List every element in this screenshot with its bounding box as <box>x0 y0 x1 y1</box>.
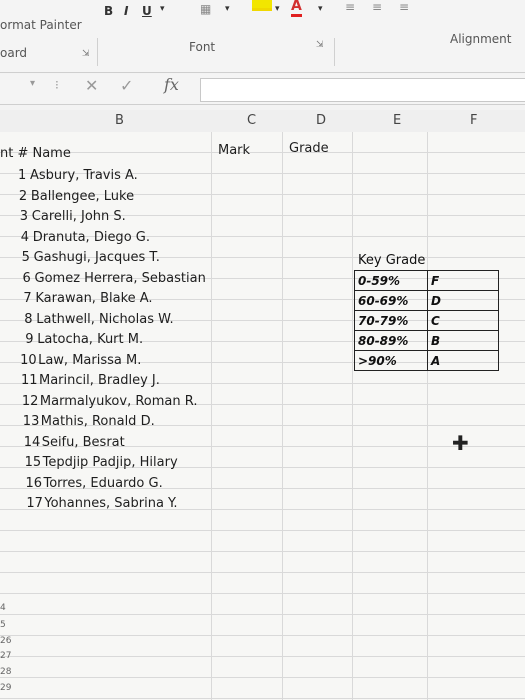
row-number[interactable]: 26 <box>0 636 11 646</box>
student-number[interactable]: 15 <box>25 455 42 470</box>
insert-function-button[interactable]: fx <box>164 75 179 94</box>
italic-button[interactable]: I <box>124 4 128 18</box>
key-grade-title[interactable]: Key Grade <box>358 253 425 268</box>
student-name[interactable]: Seifu, Besrat <box>42 435 125 450</box>
student-number[interactable]: 16 <box>26 476 43 491</box>
cell-cursor-icon: ✚ <box>452 431 469 455</box>
cancel-icon[interactable]: ✕ <box>85 76 98 95</box>
key-grade-cell[interactable]: F <box>427 270 499 291</box>
chevron-down-icon[interactable]: ▾ <box>160 4 165 14</box>
student-number[interactable]: 13 <box>23 414 40 429</box>
key-row: 80-89% B <box>354 330 499 351</box>
underline-button[interactable]: U <box>142 4 152 18</box>
student-name[interactable]: Marmalyukov, Roman R. <box>40 394 198 409</box>
column-header-c[interactable]: C <box>247 113 256 128</box>
student-name[interactable]: Carelli, John S. <box>32 209 126 224</box>
student-name[interactable]: Latocha, Kurt M. <box>37 332 143 347</box>
student-number[interactable]: 2 <box>19 189 27 204</box>
row-number[interactable]: 29 <box>0 683 11 693</box>
column-header-e[interactable]: E <box>393 113 401 128</box>
student-name[interactable]: Law, Marissa M. <box>38 353 141 368</box>
row-number[interactable]: 27 <box>0 651 11 661</box>
key-range-cell[interactable]: 70-79% <box>354 310 428 331</box>
format-painter-button[interactable]: ormat Painter <box>0 18 82 32</box>
chevron-down-icon[interactable]: ▾ <box>318 4 323 14</box>
student-name[interactable]: Marincil, Bradley J. <box>39 373 160 388</box>
key-grade-cell[interactable]: A <box>427 350 499 371</box>
row-number[interactable]: 28 <box>0 667 11 677</box>
student-name[interactable]: Tepdjip Padjip, Hilary <box>43 455 178 470</box>
key-grade-cell[interactable]: B <box>427 330 499 351</box>
align-right-icon[interactable]: ≡ <box>399 0 409 14</box>
key-range-cell[interactable]: 80-89% <box>354 330 428 351</box>
student-number[interactable]: 10 <box>20 353 37 368</box>
column-header-b[interactable]: B <box>115 113 124 128</box>
key-grade-cell[interactable]: C <box>427 310 499 331</box>
student-name[interactable]: Lathwell, Nicholas W. <box>36 312 173 327</box>
student-number[interactable]: 3 <box>20 209 28 224</box>
font-group-label: Font <box>189 40 216 54</box>
borders-icon[interactable]: ▦ <box>200 2 211 16</box>
student-number[interactable]: 4 <box>21 230 29 245</box>
chevron-down-icon[interactable]: ▾ <box>275 4 280 14</box>
student-name[interactable]: Karawan, Blake A. <box>35 291 152 306</box>
clipboard-group-label: oard <box>0 46 28 60</box>
formula-bar: ▾ ⁝ ✕ ✓ fx <box>0 74 525 105</box>
header-mark[interactable]: Mark <box>218 143 250 158</box>
student-number[interactable]: 14 <box>24 435 41 450</box>
row-number[interactable]: 5 <box>0 620 6 630</box>
student-name[interactable]: Torres, Eduardo G. <box>44 476 163 491</box>
student-name[interactable]: Dranuta, Diego G. <box>33 230 150 245</box>
column-headers: B C D E F <box>0 110 525 133</box>
align-center-icon[interactable]: ≡ <box>372 0 382 14</box>
key-row: 70-79% C <box>354 310 499 331</box>
dialog-launcher-icon[interactable]: ⇲ <box>82 49 90 59</box>
column-header-d[interactable]: D <box>316 113 326 128</box>
student-number[interactable]: 1 <box>18 168 26 183</box>
student-number[interactable]: 8 <box>24 312 32 327</box>
ribbon-divider <box>97 38 98 66</box>
key-row: 60-69% D <box>354 290 499 311</box>
student-name[interactable]: Ballengee, Luke <box>31 189 134 204</box>
font-color-icon[interactable]: A <box>291 0 302 17</box>
student-number[interactable]: 7 <box>23 291 31 306</box>
bold-button[interactable]: B <box>104 4 113 18</box>
formula-input[interactable] <box>200 78 525 102</box>
student-number[interactable]: 17 <box>26 496 43 511</box>
key-range-cell[interactable]: 60-69% <box>354 290 428 311</box>
ribbon-divider <box>334 38 335 66</box>
student-name[interactable]: Yohannes, Sabrina Y. <box>44 496 177 511</box>
key-range-cell[interactable]: 0-59% <box>354 270 428 291</box>
alignment-group-label: Alignment <box>450 32 512 46</box>
align-left-icon[interactable]: ≡ <box>345 0 355 14</box>
chevron-down-icon[interactable]: ▾ <box>225 4 230 14</box>
student-number[interactable]: 6 <box>23 271 31 286</box>
key-grade-cell[interactable]: D <box>427 290 499 311</box>
row-number[interactable]: 4 <box>0 603 6 613</box>
header-grade[interactable]: Grade <box>289 141 329 156</box>
grip-icon: ⁝ <box>55 78 59 92</box>
key-row: 0-59% F <box>354 270 499 291</box>
student-number[interactable]: 12 <box>22 394 39 409</box>
student-name[interactable]: Mathis, Ronald D. <box>41 414 155 429</box>
ribbon: B I U ▾ ▦ ▾ ▾ A ▾ ≡ ≡ ≡ ormat Painter oa… <box>0 0 525 73</box>
student-name[interactable]: Gomez Herrera, Sebastian <box>35 271 206 286</box>
grade-key-table: 0-59% F 60-69% D 70-79% C 80-89% B >90% A <box>354 270 499 371</box>
column-header-f[interactable]: F <box>470 113 477 128</box>
key-row: >90% A <box>354 350 499 371</box>
student-name[interactable]: Gashugi, Jacques T. <box>34 250 160 265</box>
header-number-name[interactable]: nt # Name <box>0 146 71 161</box>
student-number[interactable]: 11 <box>21 373 38 388</box>
key-range-cell[interactable]: >90% <box>354 350 428 371</box>
dialog-launcher-icon[interactable]: ⇲ <box>316 40 324 50</box>
student-number[interactable]: 9 <box>25 332 33 347</box>
chevron-down-icon[interactable]: ▾ <box>30 78 35 89</box>
enter-icon[interactable]: ✓ <box>120 76 133 95</box>
fill-color-icon[interactable] <box>252 0 272 11</box>
student-number[interactable]: 5 <box>22 250 30 265</box>
student-name[interactable]: Asbury, Travis A. <box>30 168 138 183</box>
